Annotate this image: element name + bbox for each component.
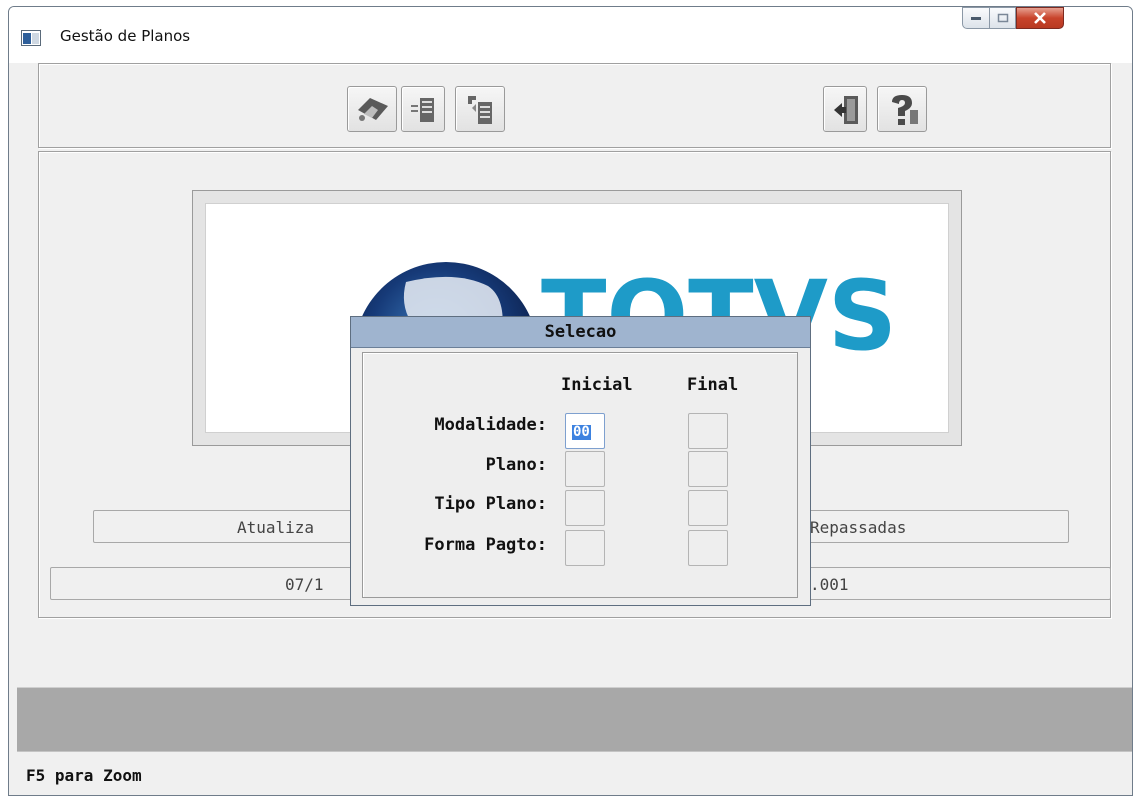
modalidade-final-input[interactable] bbox=[688, 413, 728, 449]
forma-pagto-label: Forma Pagto: bbox=[424, 535, 547, 555]
title-bar: Gestão de Planos bbox=[9, 7, 1132, 63]
date-text: 07/1 bbox=[285, 575, 324, 594]
exit-icon bbox=[834, 96, 858, 124]
help-button[interactable] bbox=[877, 86, 927, 132]
copy-icon bbox=[468, 96, 492, 124]
tipo-plano-label: Tipo Plano: bbox=[434, 494, 547, 514]
list-icon bbox=[411, 98, 434, 122]
status-bar: F5 para Zoom bbox=[17, 751, 1132, 795]
wizard-icon bbox=[358, 98, 388, 121]
exit-button[interactable] bbox=[823, 86, 867, 132]
description-left-text: Atualiza bbox=[237, 518, 315, 537]
window-title: Gestão de Planos bbox=[60, 27, 191, 45]
description-right-text: Repassadas bbox=[810, 518, 907, 537]
wizard-button[interactable] bbox=[347, 86, 397, 132]
forma-pagto-inicial-input[interactable] bbox=[565, 530, 605, 566]
plano-final-input[interactable] bbox=[688, 451, 728, 487]
column-inicial-header: Inicial bbox=[561, 375, 633, 395]
maximize-button[interactable] bbox=[990, 7, 1016, 29]
status-text: F5 para Zoom bbox=[26, 766, 142, 785]
list-button[interactable] bbox=[401, 86, 445, 132]
app-window: Gestão de Planos Atualiza Repassadas 07/… bbox=[8, 6, 1133, 796]
app-icon bbox=[21, 30, 41, 46]
minimize-button[interactable] bbox=[962, 7, 990, 29]
modalidade-inicial-value: 00 bbox=[572, 424, 591, 440]
toolbar bbox=[38, 63, 1111, 148]
forma-pagto-final-input[interactable] bbox=[688, 530, 728, 566]
plano-label: Plano: bbox=[485, 455, 547, 475]
help-icon bbox=[892, 95, 918, 125]
modalidade-inicial-input[interactable]: 00 bbox=[565, 413, 605, 449]
maximize-icon bbox=[997, 13, 1008, 23]
version-text: .001 bbox=[810, 575, 849, 594]
modalidade-label: Modalidade: bbox=[434, 415, 547, 435]
selecao-dialog: Selecao Inicial Final Modalidade: 00 Pla… bbox=[350, 316, 811, 606]
tipo-plano-inicial-input[interactable] bbox=[565, 490, 605, 526]
close-icon bbox=[1034, 12, 1046, 24]
copy-button[interactable] bbox=[455, 86, 505, 132]
dialog-title: Selecao bbox=[351, 317, 810, 348]
minimize-icon bbox=[971, 17, 981, 20]
tipo-plano-final-input[interactable] bbox=[688, 490, 728, 526]
column-final-header: Final bbox=[687, 375, 739, 395]
gray-band bbox=[17, 687, 1132, 751]
close-button[interactable] bbox=[1016, 7, 1064, 29]
plano-inicial-input[interactable] bbox=[565, 451, 605, 487]
